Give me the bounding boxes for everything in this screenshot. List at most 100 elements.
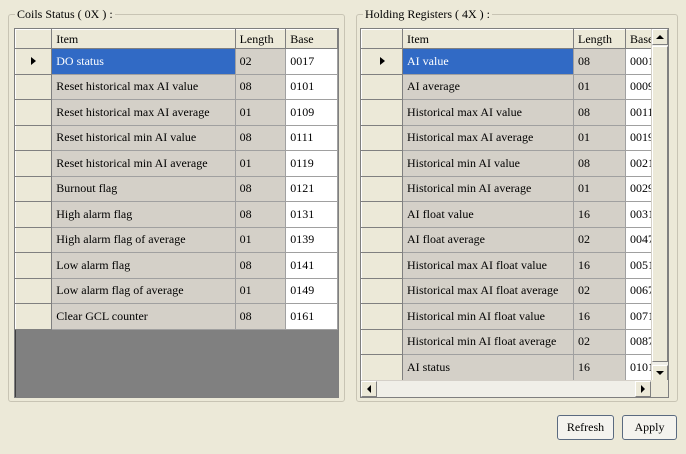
item-cell[interactable]: AI average	[402, 73, 574, 100]
row-header[interactable]	[361, 277, 403, 304]
scroll-left-button[interactable]	[361, 381, 377, 397]
row-header[interactable]	[15, 201, 53, 228]
row-header[interactable]	[15, 252, 53, 279]
length-cell[interactable]: 08	[573, 99, 626, 126]
scroll-down-button[interactable]	[652, 365, 668, 381]
row-header[interactable]	[361, 124, 403, 151]
length-cell[interactable]: 08	[234, 73, 287, 100]
length-cell[interactable]: 16	[573, 201, 626, 228]
item-cell[interactable]: Historical min AI float average	[402, 328, 574, 355]
holding-table-row[interactable]: AI status 16 0101	[361, 354, 666, 381]
item-cell[interactable]: Historical min AI average	[402, 175, 574, 202]
item-cell[interactable]: Reset historical max AI average	[51, 99, 236, 126]
length-cell[interactable]: 08	[573, 48, 626, 75]
item-cell[interactable]: Historical max AI average	[402, 124, 574, 151]
coils-col-base[interactable]: Base	[285, 29, 338, 49]
length-cell[interactable]: 16	[573, 303, 626, 330]
length-cell[interactable]: 08	[234, 201, 287, 228]
length-cell[interactable]: 08	[234, 252, 287, 279]
length-cell[interactable]: 08	[234, 303, 287, 330]
row-header[interactable]	[15, 150, 53, 177]
item-cell[interactable]: Low alarm flag	[51, 252, 236, 279]
row-header[interactable]	[15, 175, 53, 202]
length-cell[interactable]: 02	[573, 226, 626, 253]
item-cell[interactable]: Historical max AI float average	[402, 277, 574, 304]
length-cell[interactable]: 01	[234, 226, 287, 253]
item-cell[interactable]: AI float value	[402, 201, 574, 228]
holding-col-item[interactable]: Item	[402, 29, 574, 49]
row-header[interactable]	[361, 226, 403, 253]
coils-table-row[interactable]: Reset historical max AI average 01 0109	[15, 99, 338, 126]
base-cell[interactable]: 0141	[285, 252, 338, 279]
base-cell[interactable]: 0121	[285, 175, 338, 202]
item-cell[interactable]: Burnout flag	[51, 175, 236, 202]
length-cell[interactable]: 01	[573, 124, 626, 151]
item-cell[interactable]: DO status	[51, 48, 236, 75]
row-header[interactable]	[361, 73, 403, 100]
row-header[interactable]	[361, 99, 403, 126]
base-cell[interactable]: 0111	[285, 124, 338, 151]
length-cell[interactable]: 01	[573, 73, 626, 100]
base-cell[interactable]: 0149	[285, 277, 338, 304]
coils-table-row[interactable]: High alarm flag of average 01 0139	[15, 226, 338, 253]
row-header[interactable]	[15, 277, 53, 304]
holding-table-row[interactable]: AI value 08 0001	[361, 48, 666, 75]
holding-table-row[interactable]: Historical min AI average 01 0029	[361, 175, 666, 202]
holding-table-row[interactable]: Historical min AI value 08 0021	[361, 150, 666, 177]
holding-table-row[interactable]: AI float average 02 0047	[361, 226, 666, 253]
base-cell[interactable]: 0161	[285, 303, 338, 330]
row-header[interactable]	[361, 201, 403, 228]
refresh-button[interactable]: Refresh	[557, 415, 614, 440]
item-cell[interactable]: High alarm flag	[51, 201, 236, 228]
coils-table-row[interactable]: DO status 02 0017	[15, 48, 338, 75]
vertical-scroll-thumb[interactable]	[652, 46, 668, 362]
item-cell[interactable]: Reset historical max AI value	[51, 73, 236, 100]
apply-button[interactable]: Apply	[622, 415, 677, 440]
base-cell[interactable]: 0017	[285, 48, 338, 75]
item-cell[interactable]: Historical min AI value	[402, 150, 574, 177]
coils-table-row[interactable]: Burnout flag 08 0121	[15, 175, 338, 202]
length-cell[interactable]: 02	[234, 48, 287, 75]
item-cell[interactable]: AI value	[402, 48, 574, 75]
row-header[interactable]	[361, 48, 403, 75]
coils-col-length[interactable]: Length	[234, 29, 287, 49]
row-header[interactable]	[15, 48, 53, 75]
length-cell[interactable]: 01	[234, 99, 287, 126]
row-header[interactable]	[15, 303, 53, 330]
row-header[interactable]	[361, 354, 403, 381]
item-cell[interactable]: AI status	[402, 354, 574, 381]
length-cell[interactable]: 16	[573, 252, 626, 279]
coils-col-item[interactable]: Item	[51, 29, 236, 49]
length-cell[interactable]: 08	[234, 124, 287, 151]
length-cell[interactable]: 01	[573, 175, 626, 202]
holding-table-row[interactable]: Historical min AI float value 16 0071	[361, 303, 666, 330]
row-header[interactable]	[361, 150, 403, 177]
row-header[interactable]	[361, 252, 403, 279]
holding-vertical-scrollbar[interactable]	[651, 29, 668, 381]
item-cell[interactable]: High alarm flag of average	[51, 226, 236, 253]
base-cell[interactable]: 0101	[285, 73, 338, 100]
base-cell[interactable]: 0131	[285, 201, 338, 228]
holding-table-row[interactable]: Historical max AI float average 02 0067	[361, 277, 666, 304]
item-cell[interactable]: Reset historical min AI average	[51, 150, 236, 177]
coils-table-row[interactable]: Reset historical max AI value 08 0101	[15, 73, 338, 100]
holding-table-row[interactable]: Historical max AI float value 16 0051	[361, 252, 666, 279]
coils-table-row[interactable]: Low alarm flag 08 0141	[15, 252, 338, 279]
holding-table-row[interactable]: AI average 01 0009	[361, 73, 666, 100]
length-cell[interactable]: 08	[234, 175, 287, 202]
item-cell[interactable]: Historical min AI float value	[402, 303, 574, 330]
length-cell[interactable]: 02	[573, 277, 626, 304]
length-cell[interactable]: 16	[573, 354, 626, 381]
row-header[interactable]	[15, 73, 53, 100]
holding-table-row[interactable]: Historical max AI value 08 0011	[361, 99, 666, 126]
item-cell[interactable]: Reset historical min AI value	[51, 124, 236, 151]
item-cell[interactable]: Clear GCL counter	[51, 303, 236, 330]
coils-table-row[interactable]: Clear GCL counter 08 0161	[15, 303, 338, 330]
coils-status-grid[interactable]: Item Length Base DO status 02 0017 Reset hi…	[14, 28, 339, 398]
holding-horizontal-scrollbar[interactable]	[361, 380, 651, 397]
coils-table-row[interactable]: Reset historical min AI value 08 0111	[15, 124, 338, 151]
holding-registers-grid[interactable]: Item Length Base AI value 08 0001 AI averag…	[360, 28, 669, 398]
row-header[interactable]	[15, 99, 53, 126]
base-cell[interactable]: 0139	[285, 226, 338, 253]
item-cell[interactable]: Low alarm flag of average	[51, 277, 236, 304]
